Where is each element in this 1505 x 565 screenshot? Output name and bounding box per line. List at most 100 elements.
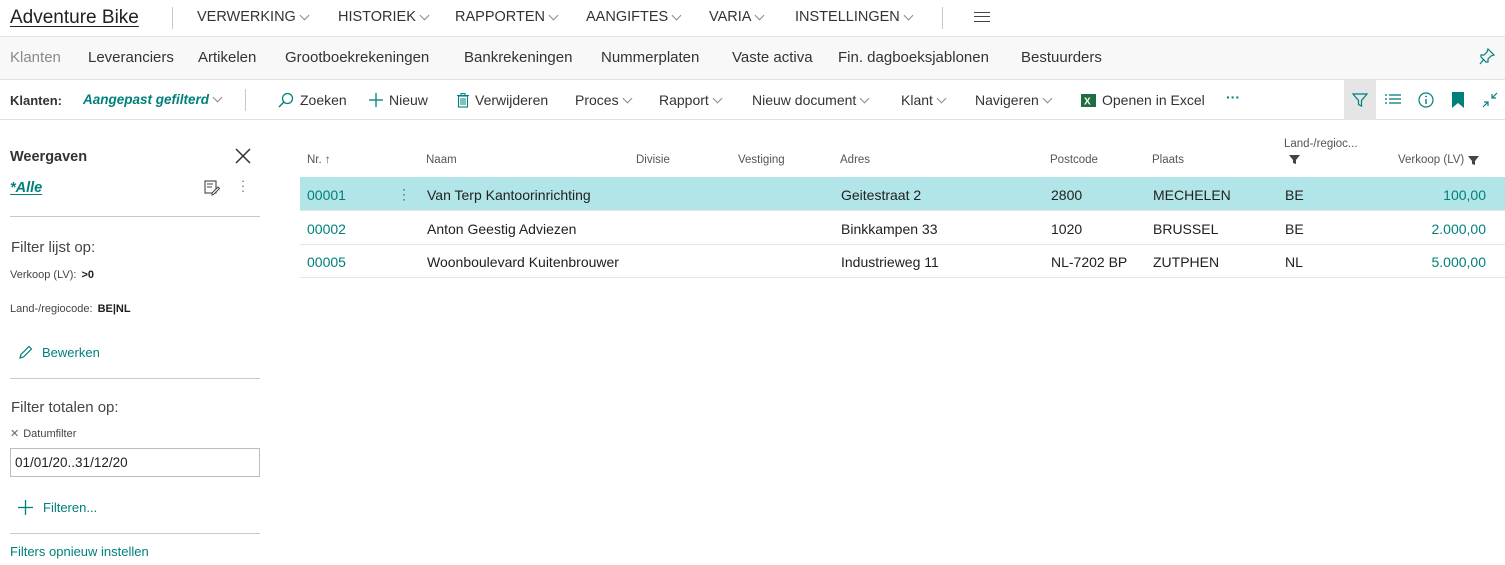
chevron-down-icon bbox=[936, 93, 947, 103]
trash-icon bbox=[457, 92, 469, 108]
cell-sales[interactable]: 5.000,00 bbox=[1432, 254, 1487, 270]
cell-no[interactable]: 00001 bbox=[307, 187, 346, 203]
remove-filter-icon[interactable]: ✕ bbox=[10, 428, 19, 440]
reset-filters-link[interactable]: Filters opnieuw instellen bbox=[10, 544, 149, 559]
table-row[interactable]: 00001 · · · Van Terp Kantoorinrichting Gei… bbox=[300, 177, 1505, 211]
role-center-navigation: Klanten Leveranciers Artikelen Grootboek… bbox=[0, 37, 1505, 80]
column-header-no[interactable]: Nr. ↑ bbox=[307, 154, 331, 166]
list-view-toggle[interactable] bbox=[1377, 80, 1409, 120]
column-header-branch[interactable]: Vestiging bbox=[738, 154, 785, 166]
nav-bankrekeningen[interactable]: Bankrekeningen bbox=[464, 49, 572, 66]
cell-address: Binkkampen 33 bbox=[841, 221, 938, 237]
plus-icon bbox=[369, 93, 383, 107]
view-filter-dropdown[interactable]: Aangepast gefilterd bbox=[83, 92, 223, 107]
filter-list-heading: Filter lijst op: bbox=[11, 239, 96, 256]
cell-name: Van Terp Kantoorinrichting bbox=[427, 187, 591, 203]
nav-klanten[interactable]: Klanten bbox=[10, 49, 61, 66]
divider bbox=[942, 7, 943, 29]
chevron-down-icon bbox=[903, 10, 914, 20]
pencil-icon bbox=[19, 345, 33, 359]
cell-no[interactable]: 00002 bbox=[307, 221, 346, 237]
cell-address: Industrieweg 11 bbox=[841, 254, 939, 270]
nav-artikelen[interactable]: Artikelen bbox=[198, 49, 256, 66]
cell-country: BE bbox=[1285, 187, 1304, 203]
row-actions-icon[interactable]: · · · bbox=[400, 183, 408, 205]
filter-sales[interactable]: Verkoop (LV): >0 bbox=[10, 269, 94, 281]
page-caption: Klanten: bbox=[10, 93, 62, 108]
pin-icon[interactable] bbox=[1479, 48, 1495, 66]
chevron-down-icon bbox=[419, 10, 430, 20]
divider bbox=[10, 533, 260, 534]
nav-grootboekrekeningen[interactable]: Grootboekrekeningen bbox=[285, 49, 429, 66]
chevron-down-icon bbox=[755, 10, 765, 20]
view-all[interactable]: *Alle bbox=[10, 180, 42, 196]
search-button[interactable]: Zoeken bbox=[278, 92, 347, 108]
edit-filters-button[interactable]: Bewerken bbox=[18, 345, 100, 360]
menu-historiek[interactable]: HISTORIEK bbox=[338, 9, 430, 25]
menu-instellingen[interactable]: INSTELLINGEN bbox=[795, 9, 914, 25]
menu-aangiftes[interactable]: AANGIFTES bbox=[586, 9, 682, 25]
table-row[interactable]: 00005 Woonboulevard Kuitenbrouwer Indust… bbox=[300, 244, 1505, 278]
filter-icon bbox=[1289, 155, 1300, 164]
column-header-country[interactable]: Land-/regioc... bbox=[1284, 138, 1358, 150]
filter-pane-toggle[interactable] bbox=[1344, 80, 1376, 120]
view-options-icon[interactable]: · · · bbox=[239, 174, 247, 197]
nav-bestuurders[interactable]: Bestuurders bbox=[1021, 49, 1102, 66]
navigate-menu[interactable]: Navigeren bbox=[975, 92, 1053, 108]
nav-leveranciers[interactable]: Leveranciers bbox=[88, 49, 174, 66]
customer-menu[interactable]: Klant bbox=[901, 92, 947, 108]
delete-button[interactable]: Verwijderen bbox=[457, 92, 548, 108]
factbox-toggle[interactable] bbox=[1410, 80, 1442, 120]
nav-nummerplaten[interactable]: Nummerplaten bbox=[601, 49, 699, 66]
search-icon bbox=[278, 92, 294, 108]
chevron-down-icon bbox=[671, 10, 682, 20]
menu-verwerking[interactable]: VERWERKING bbox=[197, 9, 310, 25]
cell-country: BE bbox=[1285, 221, 1304, 237]
column-header-city[interactable]: Plaats bbox=[1152, 154, 1184, 166]
table-row[interactable]: 00002 Anton Geestig Adviezen Binkkampen … bbox=[300, 211, 1505, 245]
collapse-arrows-icon bbox=[1482, 92, 1498, 108]
process-menu[interactable]: Proces bbox=[575, 92, 633, 108]
hamburger-icon bbox=[974, 12, 990, 22]
cell-city: BRUSSEL bbox=[1153, 221, 1219, 237]
divider bbox=[245, 89, 246, 111]
new-button[interactable]: Nieuw bbox=[369, 92, 428, 108]
info-icon bbox=[1418, 92, 1434, 108]
column-header-address[interactable]: Adres bbox=[840, 154, 870, 166]
close-icon[interactable] bbox=[234, 147, 252, 165]
company-name[interactable]: Adventure Bike bbox=[10, 7, 139, 29]
new-document-menu[interactable]: Nieuw document bbox=[752, 92, 870, 108]
column-header-division[interactable]: Divisie bbox=[636, 154, 670, 166]
cell-city: MECHELEN bbox=[1153, 187, 1231, 203]
column-header-postcode[interactable]: Postcode bbox=[1050, 154, 1098, 166]
save-view-icon[interactable] bbox=[204, 180, 220, 196]
add-filter-button[interactable]: Filteren... bbox=[18, 500, 97, 515]
divider bbox=[10, 378, 260, 379]
cell-name: Anton Geestig Adviezen bbox=[427, 221, 577, 237]
date-filter-label: ✕ Datumfilter bbox=[10, 428, 77, 440]
filter-icon bbox=[1468, 155, 1480, 165]
nav-fin-dagboeksjablonen[interactable]: Fin. dagboeksjablonen bbox=[838, 49, 989, 66]
cell-country: NL bbox=[1285, 254, 1303, 270]
cell-no[interactable]: 00005 bbox=[307, 254, 346, 270]
column-header-sales[interactable]: Verkoop (LV) bbox=[1398, 154, 1480, 166]
cell-address: Geitestraat 2 bbox=[841, 187, 922, 203]
chevron-down-icon bbox=[712, 93, 723, 103]
column-header-name[interactable]: Naam bbox=[426, 154, 457, 166]
nav-vaste-activa[interactable]: Vaste activa bbox=[732, 49, 813, 66]
hamburger-menu-button[interactable] bbox=[974, 12, 990, 22]
cell-sales[interactable]: 100,00 bbox=[1443, 187, 1486, 203]
open-in-excel-button[interactable]: X Openen in Excel bbox=[1081, 92, 1205, 108]
menu-varia[interactable]: VARIA bbox=[709, 9, 765, 25]
report-menu[interactable]: Rapport bbox=[659, 92, 723, 108]
cell-sales[interactable]: 2.000,00 bbox=[1432, 221, 1487, 237]
cell-postcode: 2800 bbox=[1051, 187, 1083, 203]
filter-totals-heading: Filter totalen op: bbox=[11, 399, 119, 416]
collapse-button[interactable] bbox=[1474, 80, 1505, 120]
date-filter-input[interactable] bbox=[10, 448, 260, 477]
filter-country[interactable]: Land-/regiocode: BE|NL bbox=[10, 303, 131, 315]
menu-rapporten[interactable]: RAPPORTEN bbox=[455, 9, 559, 25]
bookmark-button[interactable] bbox=[1442, 80, 1474, 120]
more-actions-button[interactable]: ··· bbox=[1226, 89, 1240, 105]
chevron-down-icon bbox=[548, 10, 559, 20]
